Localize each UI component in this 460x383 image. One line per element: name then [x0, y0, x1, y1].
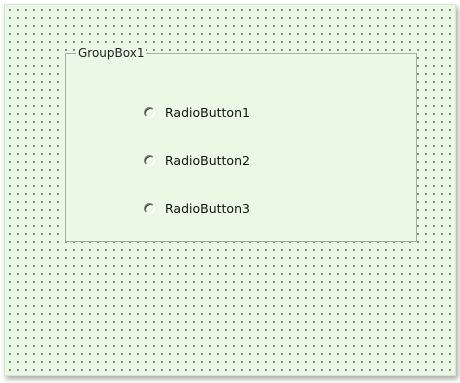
radio-button-1-label: RadioButton1 — [165, 104, 250, 120]
radio-button-2-label: RadioButton2 — [165, 152, 250, 168]
radio-circle-icon[interactable] — [144, 106, 155, 118]
groupbox-caption: GroupBox1 — [76, 46, 147, 60]
radio-button-1[interactable]: RadioButton1 — [144, 104, 250, 120]
radio-button-3[interactable]: RadioButton3 — [144, 200, 250, 216]
radio-circle-icon[interactable] — [144, 202, 155, 214]
radio-button-2[interactable]: RadioButton2 — [144, 152, 250, 168]
radio-circle-icon[interactable] — [144, 154, 155, 166]
form-designer-canvas[interactable]: GroupBox1 RadioButton1 RadioButton2 Radi… — [4, 4, 456, 376]
groupbox[interactable]: GroupBox1 RadioButton1 RadioButton2 Radi… — [65, 46, 417, 242]
radio-button-3-label: RadioButton3 — [165, 200, 250, 216]
